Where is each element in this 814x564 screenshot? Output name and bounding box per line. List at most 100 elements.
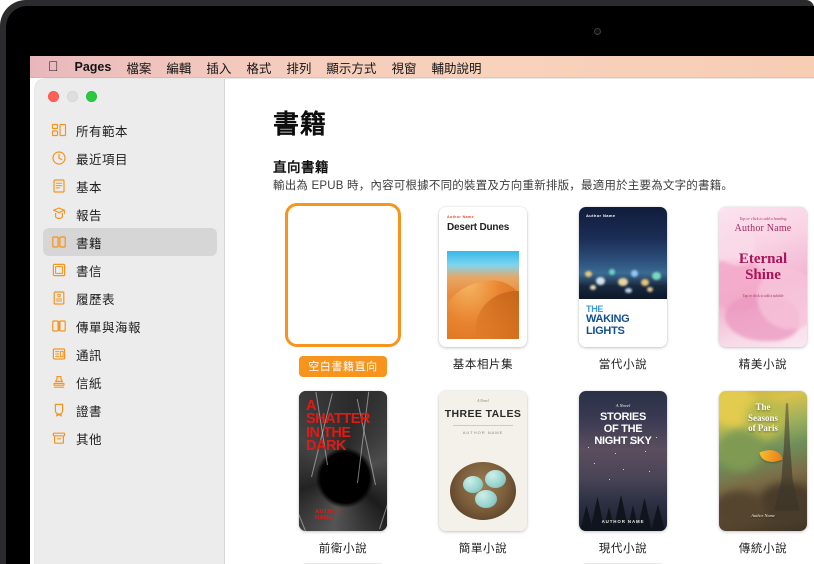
sidebar-item-label: 其他 [76, 432, 103, 447]
section-description: 輸出為 EPUB 時，內容可根據不同的裝置及方向重新排版，最適用於主要為文字的書… [273, 180, 734, 192]
laptop-screen-frame:  Pages 檔案 編輯 插入 格式 排列 顯示方式 視窗 輔助說明 [0, 0, 814, 564]
basic-document-icon [51, 178, 67, 194]
menu-item-window[interactable]: 視窗 [391, 58, 416, 77]
cover-title-line-2: WAKING [586, 313, 630, 326]
cover-title-line-2: Seasons [747, 412, 778, 423]
minimize-button[interactable] [67, 91, 78, 102]
template-label: 基本相片集 [452, 359, 514, 371]
menu-item-help[interactable]: 輔助說明 [431, 58, 481, 77]
template-card-elegant-novel[interactable]: Tap or click to add a heading Author Nam… [693, 201, 814, 377]
menu-item-insert[interactable]: 插入 [206, 58, 231, 77]
sidebar-item-label: 信紙 [76, 376, 103, 391]
cover-title-line-3: of Paris [748, 423, 778, 434]
blank-book-cover[interactable] [285, 203, 401, 347]
report-icon [51, 206, 67, 222]
template-thumbnail[interactable]: The Seasons of Paris Author Name [719, 385, 807, 531]
cover-author: AUTHOR NAME [601, 519, 645, 524]
desert-dunes-cover[interactable]: Author Name Desert Dunes [439, 207, 527, 347]
waking-lights-cover[interactable]: Author Name THE WAKING LIGHTS [579, 207, 667, 347]
webcam-icon [594, 28, 601, 35]
shatter-in-the-dark-cover[interactable]: A SHATTER IN THE DARK AUTHOR NAME [299, 391, 387, 531]
sidebar-item-all-templates[interactable]: 所有範本 [43, 116, 217, 144]
menu-item-file[interactable]: 檔案 [126, 58, 151, 77]
template-card-contemporary-novel[interactable]: Author Name THE WAKING LIGHTS 當代小說 [553, 201, 693, 377]
template-card-classic-novel[interactable]: The Seasons of Paris Author Name 傳統小說 [693, 385, 814, 556]
cover-title-line-1: STORIES [600, 411, 646, 423]
cover-author-line-2: NAME [315, 514, 334, 521]
template-thumbnail[interactable]: A SHATTER IN THE DARK AUTHOR NAME [299, 385, 387, 531]
sidebar-category-list: 所有範本 最近項目 基本 報告 書籍 書信 履歷表 傳單與海報 通訊 信紙 證書… [35, 116, 225, 452]
sidebar-item-label: 履歷表 [76, 292, 116, 307]
sidebar-item-label: 所有範本 [76, 124, 129, 139]
template-card-photo-book[interactable]: Author Name Desert Dunes 基本相片集 [413, 201, 553, 377]
template-card-simple-novel[interactable]: A Novel THREE TALES AUTHOR NAME 簡單小說 [413, 385, 553, 556]
sidebar: 所有範本 最近項目 基本 報告 書籍 書信 履歷表 傳單與海報 通訊 信紙 證書… [35, 79, 225, 564]
template-thumbnail[interactable]: A Novel THREE TALES AUTHOR NAME [439, 385, 527, 531]
eternal-shine-cover[interactable]: Tap or click to add a heading Author Nam… [719, 207, 807, 347]
cover-tagline: Tap or click to add a heading [739, 216, 787, 221]
template-grid: 空白書籍直向 Author Name Desert Dunes 基本相片集 Au… [273, 201, 814, 564]
template-gallery: 書籍 直向書籍 輸出為 EPUB 時，內容可根據不同的裝置及方向重新排版，最適用… [226, 79, 814, 564]
template-label: 空白書籍直向 [299, 356, 387, 377]
stories-of-the-night-sky-cover[interactable]: A Novel STORIES OF THE NIGHT SKY AUTHOR … [579, 391, 667, 531]
menu-item-arrange[interactable]: 排列 [286, 58, 311, 77]
seasons-of-paris-cover[interactable]: The Seasons of Paris Author Name [719, 391, 807, 531]
template-thumbnail[interactable]: Tap or click to add a heading Author Nam… [719, 201, 807, 347]
dune-photo-image [447, 251, 519, 339]
sidebar-item-flyers-posters[interactable]: 傳單與海報 [43, 312, 217, 340]
cover-subtitle: Tap or click to add a subtitle [742, 294, 784, 298]
menu-item-edit[interactable]: 編輯 [166, 58, 191, 77]
close-button[interactable] [48, 91, 59, 102]
cover-author: AUTHOR NAME [462, 430, 504, 435]
sidebar-item-stationery[interactable]: 信紙 [43, 368, 217, 396]
apple-logo-icon[interactable]:  [48, 59, 59, 73]
sidebar-item-books[interactable]: 書籍 [43, 228, 217, 256]
template-label: 當代小說 [598, 359, 648, 371]
menu-item-view[interactable]: 顯示方式 [326, 58, 376, 77]
city-night-photo-image [579, 207, 667, 299]
template-thumbnail[interactable]: Author Name THE WAKING LIGHTS [579, 201, 667, 347]
cover-title-line-3: LIGHTS [586, 324, 625, 337]
cover-eyebrow: A Novel [615, 403, 631, 408]
template-label: 前衛小說 [318, 543, 368, 555]
sidebar-item-certificates[interactable]: 證書 [43, 396, 217, 424]
sidebar-item-newsletters[interactable]: 通訊 [43, 340, 217, 368]
stationery-icon [51, 374, 67, 390]
template-card-modern-novel[interactable]: A Novel STORIES OF THE NIGHT SKY AUTHOR … [553, 385, 693, 556]
letter-icon [51, 262, 67, 278]
three-tales-cover[interactable]: A Novel THREE TALES AUTHOR NAME [439, 391, 527, 531]
menu-item-format[interactable]: 格式 [246, 58, 271, 77]
cover-title: THREE TALES [444, 408, 522, 420]
template-card-blank-book[interactable]: 空白書籍直向 [273, 201, 413, 377]
cover-author: Author Name [734, 223, 792, 234]
sidebar-item-letters[interactable]: 書信 [43, 256, 217, 284]
template-card-avant-garde-novel[interactable]: A SHATTER IN THE DARK AUTHOR NAME 前衛小說 [273, 385, 413, 556]
template-label: 現代小說 [598, 543, 648, 555]
cover-title-line-4: DARK [306, 437, 346, 454]
menu-bar[interactable]:  Pages 檔案 編輯 插入 格式 排列 顯示方式 視窗 輔助說明 [30, 56, 814, 78]
template-thumbnail[interactable]: Author Name Desert Dunes [439, 201, 527, 347]
sidebar-item-label: 傳單與海報 [76, 320, 142, 335]
open-book-icon [51, 234, 67, 250]
template-thumbnail[interactable]: A Novel STORIES OF THE NIGHT SKY AUTHOR … [579, 385, 667, 531]
template-thumbnail[interactable] [285, 201, 401, 347]
sidebar-item-recents[interactable]: 最近項目 [43, 144, 217, 172]
all-templates-icon [51, 122, 67, 138]
sidebar-item-basic[interactable]: 基本 [43, 172, 217, 200]
sidebar-item-misc[interactable]: 其他 [43, 424, 217, 452]
template-row: 空白書籍直向 Author Name Desert Dunes 基本相片集 Au… [273, 201, 814, 385]
template-label: 精美小說 [738, 359, 788, 371]
cover-author-line-1: AUTHOR [315, 508, 342, 515]
cover-author: Author Name [447, 215, 474, 219]
pages-template-chooser-window: 所有範本 最近項目 基本 報告 書籍 書信 履歷表 傳單與海報 通訊 信紙 證書… [35, 79, 814, 564]
misc-icon [51, 430, 67, 446]
sidebar-item-resume[interactable]: 履歷表 [43, 284, 217, 312]
template-row: A SHATTER IN THE DARK AUTHOR NAME 前衛小說 A… [273, 385, 814, 564]
menu-item-pages[interactable]: Pages [75, 60, 112, 74]
zoom-button[interactable] [86, 91, 97, 102]
cover-title-line-1: The [755, 402, 771, 412]
template-label: 傳統小說 [738, 543, 788, 555]
newsletter-icon [51, 346, 67, 362]
sidebar-item-reports[interactable]: 報告 [43, 200, 217, 228]
cover-eyebrow: A Novel [477, 399, 489, 403]
